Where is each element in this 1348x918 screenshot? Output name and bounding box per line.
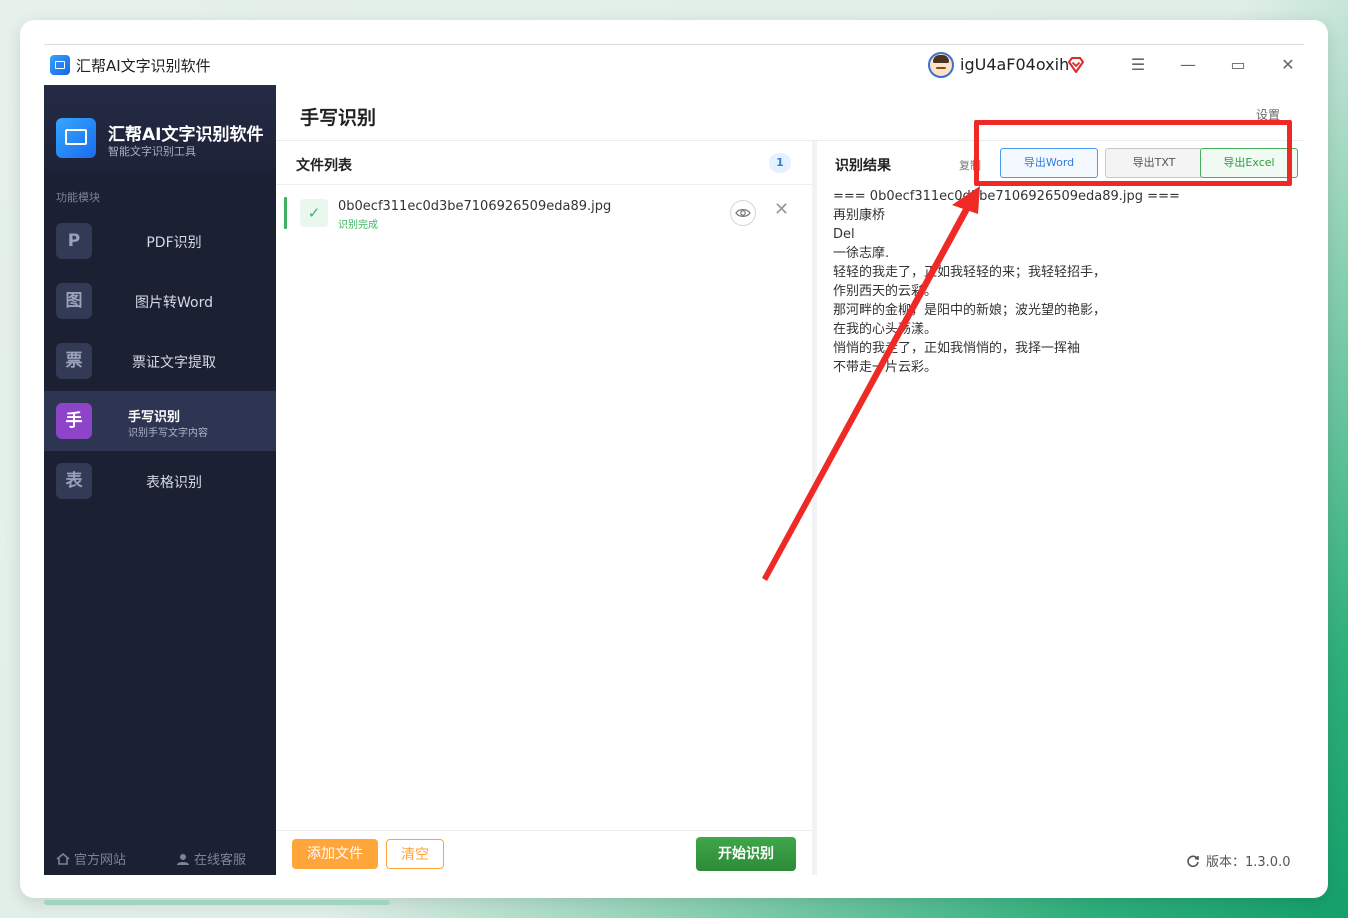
result-line: 一徐志摩. bbox=[833, 246, 890, 261]
scan-logo-icon bbox=[56, 118, 96, 158]
add-file-button[interactable]: 添加文件 bbox=[292, 839, 378, 869]
sidebar-header: 汇帮AI文字识别软件 智能文字识别工具 bbox=[44, 85, 276, 173]
sidebar-item-label: 手写识别 bbox=[128, 410, 181, 425]
support-icon bbox=[177, 854, 189, 865]
divider bbox=[276, 184, 812, 185]
copy-button[interactable]: 复制 bbox=[959, 157, 981, 173]
window-title: 汇帮AI文字识别软件 bbox=[76, 57, 211, 75]
file-name: 0b0ecf311ec0d3be7106926509eda89.jpg bbox=[338, 199, 612, 214]
sidebar-item-handwriting[interactable]: 手 手写识别 识别手写文字内容 bbox=[44, 391, 276, 451]
sidebar-item-label: 票证文字提取 bbox=[132, 355, 216, 371]
version-info: 版本：1.3.0.0 bbox=[1186, 851, 1290, 870]
sidebar-item-label: 表格识别 bbox=[146, 475, 202, 491]
result-line: 不带走一片云彩。 bbox=[833, 360, 938, 375]
result-line: Del bbox=[833, 227, 855, 242]
result-line: 在我的心头荡漾。 bbox=[833, 322, 938, 337]
sidebar-item-image-to-word[interactable]: 图 图片转Word bbox=[44, 271, 276, 331]
sidebar-item-desc: 识别手写文字内容 bbox=[128, 428, 208, 439]
menu-button[interactable]: ☰ bbox=[1126, 53, 1150, 77]
page-title: 手写识别 bbox=[300, 107, 377, 129]
status-indicator bbox=[284, 197, 287, 229]
list-item[interactable]: ✓ 0b0ecf311ec0d3be7106926509eda89.jpg 识别… bbox=[284, 197, 804, 231]
file-status: 识别完成 bbox=[338, 220, 378, 231]
result-line: 轻轻的我走了，正如我轻轻的来；我轻轻招手， bbox=[833, 265, 1107, 280]
check-icon: ✓ bbox=[300, 199, 328, 227]
result-title: 识别结果 bbox=[835, 158, 891, 174]
sidebar-app-subtitle: 智能文字识别工具 bbox=[108, 145, 196, 158]
file-list-title: 文件列表 bbox=[296, 158, 352, 174]
sidebar-item-ticket[interactable]: 票 票证文字提取 bbox=[44, 331, 276, 391]
result-line: 悄悄的我走了，正如我悄悄的，我择一挥袖 bbox=[833, 341, 1081, 356]
handwriting-icon: 手 bbox=[56, 403, 92, 439]
sidebar-app-name: 汇帮AI文字识别软件 bbox=[108, 125, 264, 145]
result-line: 再别康桥 bbox=[833, 208, 886, 223]
remove-file-button[interactable]: ✕ bbox=[774, 199, 789, 220]
user-avatar[interactable] bbox=[928, 52, 954, 78]
official-website-link[interactable]: 官方网站 bbox=[56, 849, 126, 868]
sidebar-item-table[interactable]: 表 表格识别 bbox=[44, 451, 276, 511]
eye-icon bbox=[735, 209, 751, 217]
divider bbox=[276, 830, 812, 831]
online-support-link[interactable]: 在线客服 bbox=[176, 849, 246, 868]
sidebar-item-pdf[interactable]: P PDF识别 bbox=[44, 211, 276, 271]
result-line: 那河畔的金柳，是阳中的新娘；波光望的艳影， bbox=[833, 303, 1107, 318]
online-support-label: 在线客服 bbox=[194, 853, 247, 868]
start-recognition-button[interactable]: 开始识别 bbox=[696, 837, 796, 871]
pdf-icon: P bbox=[56, 223, 92, 259]
vip-diamond-icon[interactable] bbox=[1066, 55, 1086, 75]
minimize-button[interactable]: — bbox=[1176, 53, 1200, 77]
title-bar: 汇帮AI文字识别软件 igU4aF04oxih ☰ — ▭ ✕ bbox=[44, 45, 1304, 85]
result-line: === 0b0ecf311ec0d3be7106926509eda89.jpg … bbox=[833, 189, 1180, 204]
preview-button[interactable] bbox=[730, 200, 756, 226]
maximize-button[interactable]: ▭ bbox=[1226, 53, 1250, 77]
result-line: 作别西天的云彩。 bbox=[833, 284, 938, 299]
home-icon bbox=[56, 853, 70, 865]
sidebar: 汇帮AI文字识别软件 智能文字识别工具 功能模块 P PDF识别 图 图片转Wo… bbox=[44, 85, 276, 875]
app-logo-icon bbox=[50, 55, 70, 75]
horizontal-scrollbar[interactable] bbox=[44, 900, 390, 905]
file-count-badge: 1 bbox=[769, 153, 791, 173]
export-txt-button[interactable]: 导出TXT bbox=[1105, 148, 1203, 178]
result-text-area[interactable]: === 0b0ecf311ec0d3be7106926509eda89.jpg … bbox=[833, 187, 1293, 377]
settings-link[interactable]: 设置 bbox=[1256, 106, 1280, 123]
section-label: 功能模块 bbox=[56, 191, 100, 204]
app-window: 汇帮AI文字识别软件 igU4aF04oxih ☰ — ▭ ✕ 汇帮AI文字识别… bbox=[44, 44, 1304, 875]
username[interactable]: igU4aF04oxih bbox=[960, 55, 1069, 74]
export-word-button[interactable]: 导出Word bbox=[1000, 148, 1098, 178]
result-panel: 识别结果 复制 导出Word 导出TXT 导出Excel === 0b0ecf3… bbox=[817, 141, 1304, 875]
clear-button[interactable]: 清空 bbox=[386, 839, 444, 869]
sidebar-item-label: PDF识别 bbox=[146, 235, 202, 251]
table-icon: 表 bbox=[56, 463, 92, 499]
version-label: 版本：1.3.0.0 bbox=[1206, 855, 1291, 870]
file-list-panel: 文件列表 1 ✓ 0b0ecf311ec0d3be7106926509eda89… bbox=[276, 141, 812, 875]
sidebar-item-label: 图片转Word bbox=[135, 295, 213, 311]
refresh-icon bbox=[1187, 855, 1199, 868]
close-button[interactable]: ✕ bbox=[1276, 53, 1300, 77]
image-icon: 图 bbox=[56, 283, 92, 319]
ticket-icon: 票 bbox=[56, 343, 92, 379]
official-website-label: 官方网站 bbox=[74, 853, 127, 868]
export-excel-button[interactable]: 导出Excel bbox=[1200, 148, 1298, 178]
